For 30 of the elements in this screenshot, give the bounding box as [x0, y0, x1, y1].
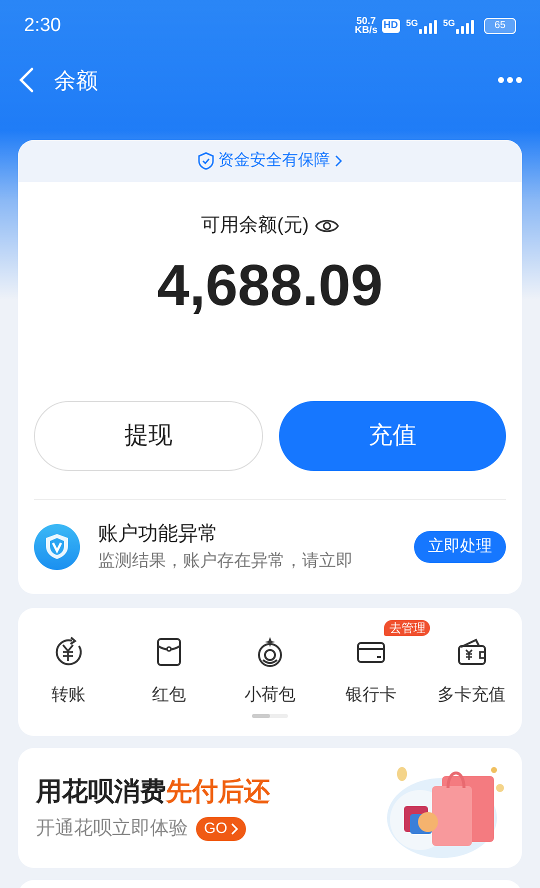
shortcut-item[interactable]: 红包	[152, 636, 186, 707]
shortcut-item[interactable]: 银行卡	[345, 636, 396, 707]
signal-indicator: 5G	[406, 18, 437, 34]
balance-amount: 4,688.09	[156, 252, 384, 320]
notice-message: 监测结果，账户存在异常，请立即	[98, 550, 354, 572]
withdraw-button[interactable]: 提现	[34, 400, 263, 470]
shortcut-item[interactable]: 多卡充值	[438, 636, 506, 707]
signal-indicator: 5G	[442, 18, 474, 34]
battery-indicator: 65	[484, 18, 516, 34]
shortcut-item[interactable]: 小荷包	[244, 636, 296, 707]
chevron-icon	[230, 823, 238, 835]
balance-label: 可用余额(元)	[201, 214, 309, 238]
banner-subtitle: 开通花呗立即体验	[36, 816, 188, 841]
shield-icon	[198, 152, 214, 170]
chevron-icon	[334, 155, 342, 167]
shortcut-item[interactable]: 转账	[51, 636, 86, 707]
security-link[interactable]: 资金安全有保障	[198, 149, 342, 173]
handle-now-button[interactable]: 立即处理	[414, 530, 506, 562]
page-indicator	[252, 714, 288, 718]
status-time: 2:30	[24, 14, 61, 38]
shield-icon	[34, 524, 80, 570]
notice-title: 账户功能异常	[98, 522, 219, 546]
recharge-button[interactable]: 充值	[279, 400, 506, 470]
banner-title: 用花呗消费先付后还	[36, 774, 271, 808]
eye-icon[interactable]	[314, 218, 339, 234]
hd-badge: HD	[382, 19, 400, 33]
page-title: 余额	[54, 66, 98, 94]
network-speed: 50.7 KB/s	[354, 17, 378, 35]
badge: 去管理	[384, 620, 430, 636]
more-icon[interactable]	[498, 77, 522, 83]
